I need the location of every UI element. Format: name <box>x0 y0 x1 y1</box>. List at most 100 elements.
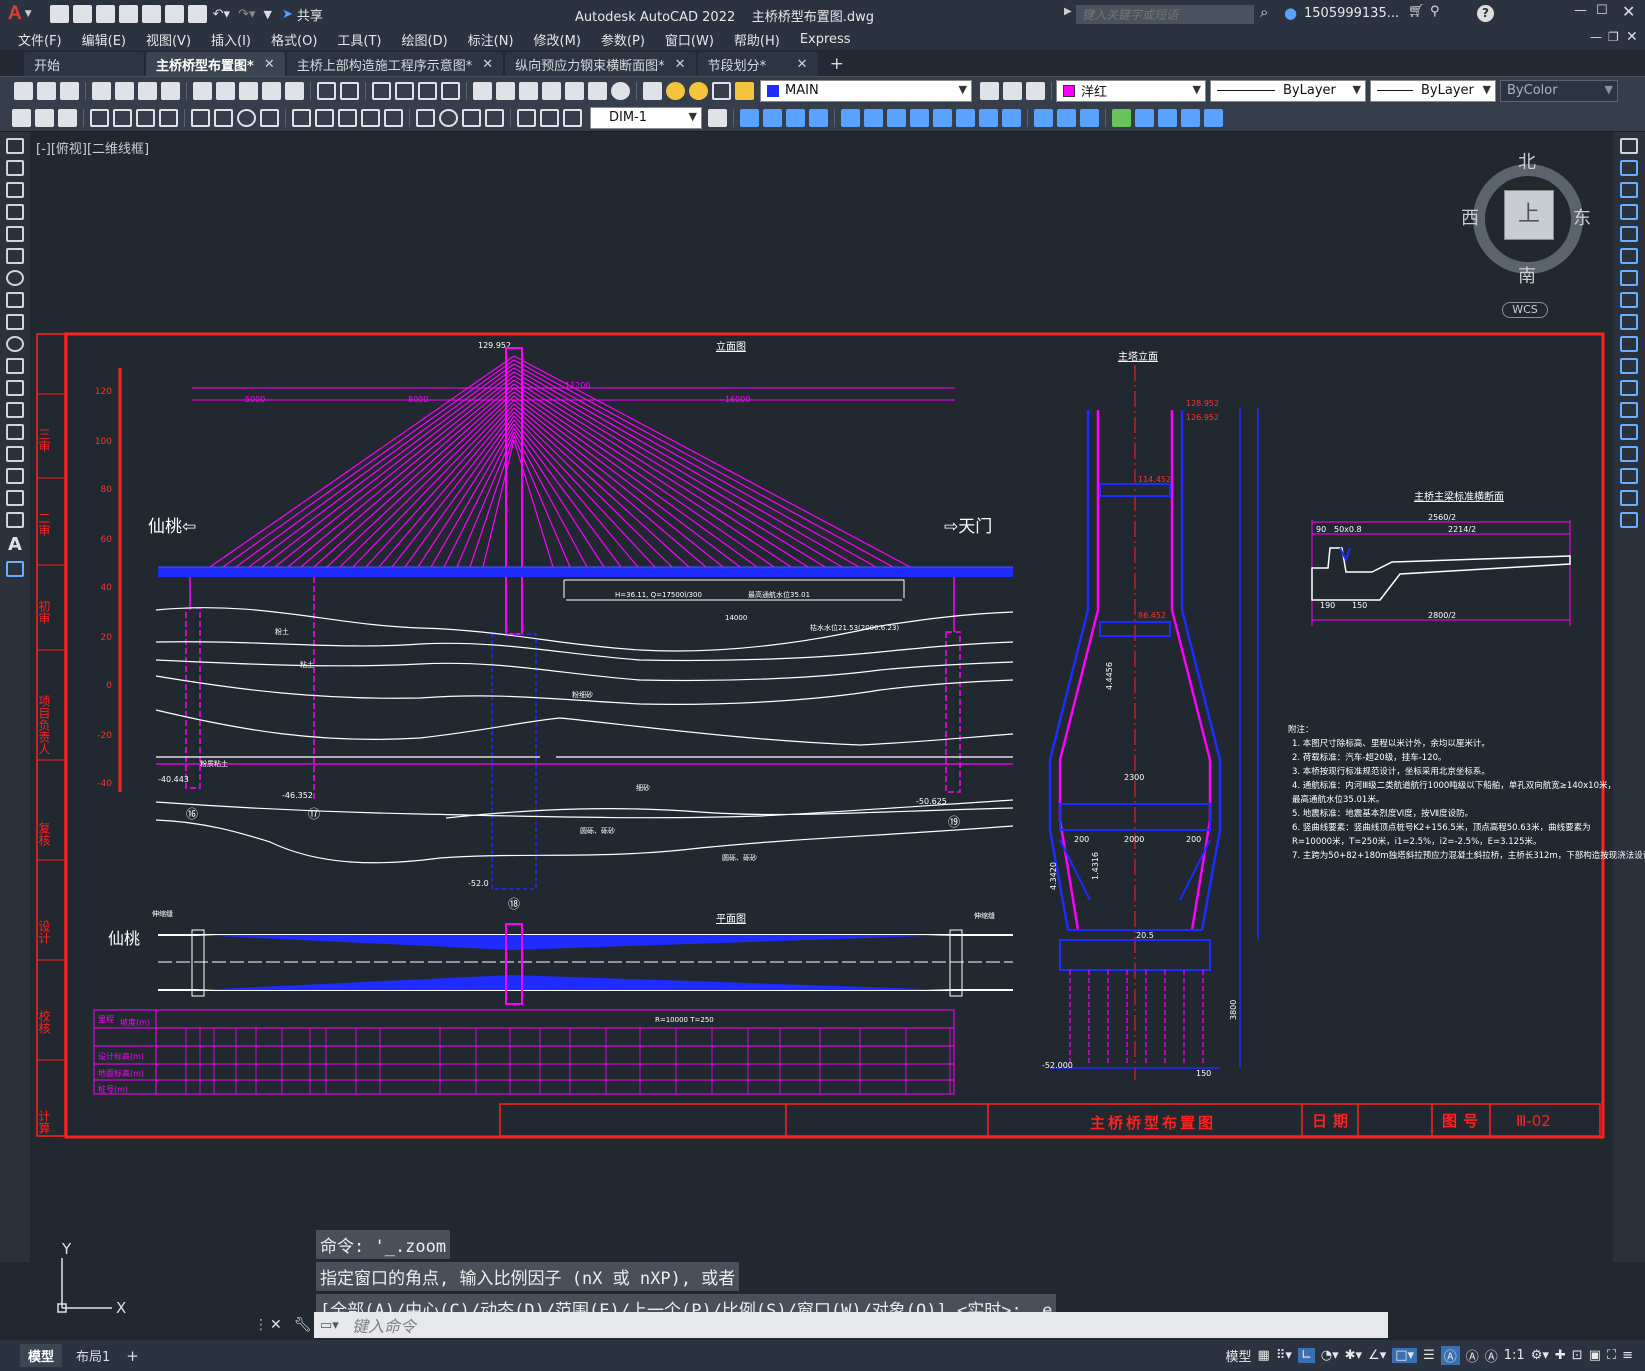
qnew-icon[interactable] <box>14 81 33 100</box>
clean-screen-icon[interactable]: ⛶ <box>1607 1348 1616 1363</box>
app-menu-arrow-icon[interactable]: ▼ <box>25 9 32 19</box>
snap-mode-icon[interactable]: ⠿▾ <box>1276 1348 1292 1363</box>
autodesk-a360-icon[interactable]: ⚲ <box>1430 4 1440 19</box>
polar-icon[interactable]: ◔▾ <box>1321 1348 1339 1363</box>
maximize-icon[interactable]: ☐ <box>1596 3 1608 18</box>
jogged-linear-icon[interactable] <box>485 108 504 127</box>
layer-lock-icon[interactable] <box>735 81 754 100</box>
object-snap-tracking-icon[interactable]: ∠▾ <box>1368 1348 1386 1363</box>
zoom-realtime-icon[interactable] <box>395 81 414 100</box>
jogged-dim-icon[interactable] <box>214 108 233 127</box>
baseline-dim-icon[interactable] <box>315 108 334 127</box>
tab-segment-division[interactable]: 节段划分* ✕ <box>697 52 818 76</box>
grip-handle-icon[interactable]: ⋮ <box>254 1317 268 1333</box>
hatch-icon[interactable] <box>6 446 24 462</box>
linear-dim-icon[interactable] <box>90 108 109 127</box>
trim-icon[interactable] <box>933 108 952 127</box>
copy-object-icon[interactable] <box>763 108 782 127</box>
layout-tab-model[interactable]: 模型 <box>20 1344 63 1367</box>
break-at-point-icon[interactable] <box>1620 380 1638 396</box>
menu-format[interactable]: 格式(O) <box>271 30 317 49</box>
pan-icon[interactable] <box>372 81 391 100</box>
ellipse-arc-icon[interactable] <box>6 358 24 374</box>
calculator-icon[interactable] <box>588 81 607 100</box>
menu-dimension[interactable]: 标注(N) <box>468 30 514 49</box>
viewcube[interactable]: 上 北 南 西 东 <box>1461 152 1593 287</box>
move-icon[interactable] <box>841 108 860 127</box>
dim-space-icon[interactable] <box>361 108 380 127</box>
pedit-icon[interactable] <box>1158 108 1177 127</box>
center-mark-icon[interactable] <box>439 108 458 127</box>
redo-icon[interactable]: ↷▾ <box>238 7 255 22</box>
mirror-icon[interactable] <box>786 108 805 127</box>
cut-icon[interactable] <box>193 81 212 100</box>
match-properties-icon[interactable] <box>262 81 281 100</box>
break-icon[interactable] <box>979 108 998 127</box>
tab-construction-sequence[interactable]: 主桥上部构造施工程序示意图* ✕ <box>286 52 504 76</box>
compass-west[interactable]: 西 <box>1461 204 1479 230</box>
menu-edit[interactable]: 编辑(E) <box>82 30 126 49</box>
drawing-canvas[interactable]: 三审 二审 初审 项目负责人 复核 设计 校核 计算 立面图 120 100 8… <box>0 0 1645 1371</box>
spline-icon[interactable] <box>6 314 24 330</box>
recent-commands-icon[interactable]: ▭▾ <box>320 1318 339 1333</box>
open-file-icon[interactable] <box>72 5 92 23</box>
rotate-icon[interactable] <box>1620 270 1638 286</box>
customize-icon[interactable]: 🔧︎ <box>294 1317 312 1333</box>
copy-icon[interactable] <box>216 81 235 100</box>
zoom-window-icon[interactable] <box>418 81 437 100</box>
viewport-controls[interactable]: [-][俯视][二维线框] <box>36 138 149 157</box>
tolerance-icon[interactable] <box>416 108 435 127</box>
workspace-gear-icon[interactable]: ⚙▾ <box>1531 1348 1549 1363</box>
block-editor-icon[interactable] <box>285 81 304 100</box>
undo-icon[interactable] <box>317 81 336 100</box>
trim-icon[interactable] <box>1620 336 1638 352</box>
undo-icon[interactable]: ↶▾ <box>213 7 230 22</box>
layer-thaw-icon[interactable] <box>689 81 708 100</box>
arc-icon[interactable] <box>6 248 24 264</box>
design-center-icon[interactable] <box>496 81 515 100</box>
tab-close-icon[interactable]: ✕ <box>482 57 493 72</box>
annotation-scale-icon[interactable]: Ⓐ <box>1485 1346 1498 1365</box>
3d-print-icon[interactable] <box>161 81 180 100</box>
add-layout-button[interactable]: + <box>118 1345 147 1367</box>
add-selected-icon[interactable] <box>6 561 24 577</box>
ordinate-dim-icon[interactable] <box>159 108 178 127</box>
aligned-dim-icon[interactable] <box>113 108 132 127</box>
linetype-dropdown[interactable]: ByLayer ▼ <box>1210 79 1366 102</box>
search-expand-icon[interactable]: ▶ <box>1064 6 1072 17</box>
menu-window[interactable]: 窗口(W) <box>665 30 714 49</box>
new-tab-button[interactable]: + <box>820 52 854 76</box>
insert-block-icon[interactable] <box>6 380 24 396</box>
polyline-icon[interactable] <box>6 182 24 198</box>
layer-on-icon[interactable] <box>666 81 685 100</box>
insert-block-icon[interactable] <box>1112 108 1131 127</box>
region-icon[interactable] <box>6 490 24 506</box>
grid-icon[interactable]: ▦ <box>1258 1348 1270 1363</box>
menu-help[interactable]: 帮助(H) <box>734 30 780 49</box>
quick-properties-icon[interactable]: ▣ <box>1589 1348 1601 1363</box>
open-icon[interactable] <box>37 81 56 100</box>
quick-dim-icon[interactable] <box>292 108 311 127</box>
compass-east[interactable]: 东 <box>1573 204 1591 230</box>
save-icon[interactable] <box>95 5 115 23</box>
zoom-previous-icon[interactable] <box>441 81 460 100</box>
annotation-monitor-icon[interactable]: ✚ <box>1555 1348 1566 1363</box>
tab-main-bridge-layout[interactable]: 主桥桥型布置图* ✕ <box>146 52 285 76</box>
rectangle-icon[interactable] <box>6 226 24 242</box>
diameter-dim-icon[interactable] <box>237 108 256 127</box>
continue-dim-icon[interactable] <box>338 108 357 127</box>
sheet-set-icon[interactable] <box>542 81 561 100</box>
workspace-save-icon[interactable] <box>35 108 54 127</box>
menu-draw[interactable]: 绘图(D) <box>402 30 448 49</box>
cart-icon[interactable]: 🛒︎ <box>1408 4 1425 19</box>
lineweight-icon[interactable]: ☰ <box>1423 1348 1435 1363</box>
edit-spline-icon[interactable] <box>1181 108 1200 127</box>
chamfer-icon[interactable] <box>1620 446 1638 462</box>
layer-properties-icon[interactable] <box>643 81 662 100</box>
publish-icon[interactable] <box>138 81 157 100</box>
compass-north[interactable]: 北 <box>1518 148 1536 174</box>
erase-icon[interactable] <box>1620 138 1638 154</box>
help-icon[interactable] <box>611 81 630 100</box>
menu-insert[interactable]: 插入(I) <box>211 30 251 49</box>
dim-break-icon[interactable] <box>384 108 403 127</box>
